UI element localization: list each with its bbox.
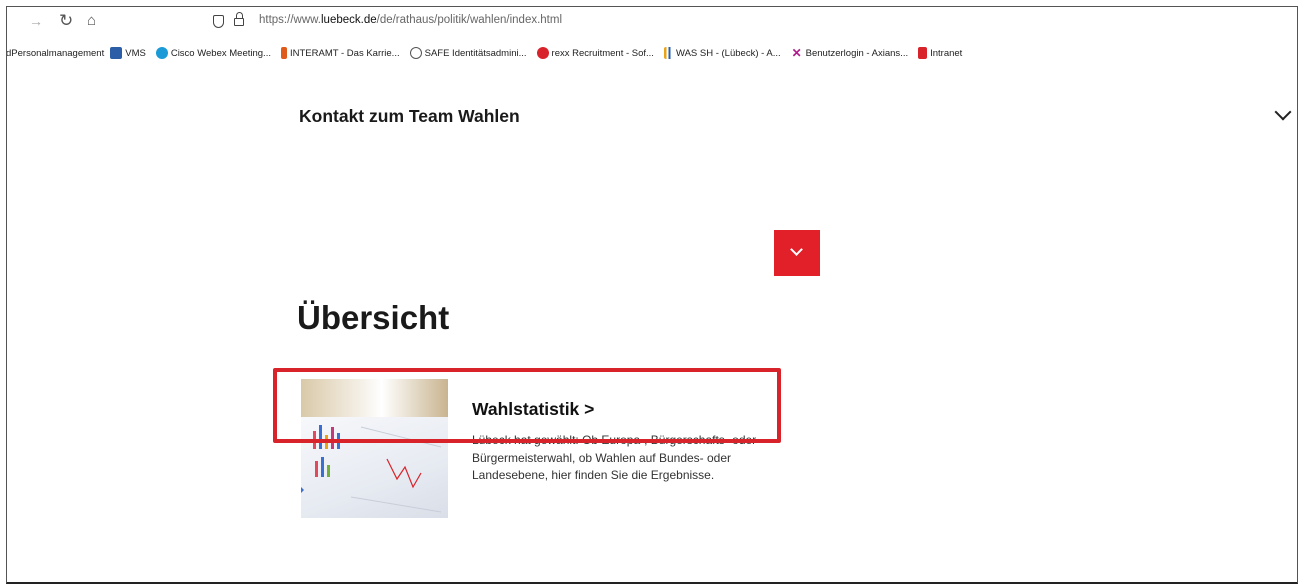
bookmark-label: rexx Recruitment - Sof...	[551, 47, 654, 59]
forward-arrow-icon[interactable]: →	[29, 11, 43, 31]
url-domain: luebeck.de	[321, 14, 377, 26]
bookmark-webex[interactable]: Cisco Webex Meeting...	[155, 47, 271, 59]
rexx-icon	[536, 47, 549, 59]
bookmark-safe[interactable]: SAFE Identitätsadmini...	[409, 47, 527, 59]
interamt-icon	[280, 47, 287, 59]
bookmark-personalmanagement[interactable]: dPersonalmanagement	[7, 48, 104, 59]
bookmark-axians[interactable]: ✕ Benutzerlogin - Axians...	[791, 47, 908, 59]
vms-icon	[110, 47, 123, 59]
bookmark-label: Cisco Webex Meeting...	[170, 47, 271, 59]
overview-heading: Übersicht	[297, 299, 450, 336]
bookmark-label: SAFE Identitätsadmini...	[424, 47, 527, 59]
bookmark-label: Intranet	[930, 47, 963, 59]
bookmark-label: WAS SH - (Lübeck) - A...	[675, 47, 781, 59]
bookmarks-bar: dPersonalmanagement VMS Cisco Webex Meet…	[7, 43, 1297, 63]
axians-icon: ✕	[791, 46, 802, 60]
bookmark-label: Benutzerlogin - Axians...	[805, 47, 909, 59]
url-prefix: https://www.	[259, 14, 321, 26]
chart-icon	[663, 47, 673, 59]
home-icon[interactable]: ⌂	[87, 11, 96, 31]
bookmark-label: INTERAMT - Das Karrie...	[289, 47, 400, 59]
bookmark-label: VMS	[125, 47, 146, 59]
bookmark-intranet[interactable]: Intranet	[918, 47, 962, 59]
bookmark-was-sh[interactable]: WAS SH - (Lübeck) - A...	[663, 47, 781, 59]
url-path: /de/rathaus/politik/wahlen/index.html	[376, 14, 563, 26]
intranet-icon	[918, 47, 928, 59]
browser-window: → ↻ ⌂ https://www.luebeck.de/de/rathaus/…	[6, 6, 1298, 584]
contact-team-heading[interactable]: Kontakt zum Team Wahlen	[299, 106, 520, 127]
chevron-down-icon	[790, 243, 803, 256]
globe-icon	[409, 47, 422, 59]
bookmark-vms[interactable]: VMS	[110, 47, 146, 59]
scroll-down-button[interactable]	[774, 230, 820, 276]
reload-icon[interactable]: ↻	[59, 11, 73, 31]
browser-navbar: → ↻ ⌂ https://www.luebeck.de/de/rathaus/…	[7, 7, 1297, 37]
shield-icon[interactable]	[213, 15, 224, 28]
webex-icon	[155, 47, 168, 59]
bookmark-interamt[interactable]: INTERAMT - Das Karrie...	[280, 47, 400, 59]
lock-icon[interactable]	[234, 12, 244, 26]
address-bar[interactable]: https://www.luebeck.de/de/rathaus/politi…	[259, 14, 562, 26]
bookmark-label: dPersonalmanagement	[7, 47, 105, 59]
bookmark-rexx[interactable]: rexx Recruitment - Sof...	[536, 47, 654, 59]
chevron-down-icon[interactable]	[1274, 103, 1292, 121]
highlight-annotation-box	[273, 368, 781, 443]
